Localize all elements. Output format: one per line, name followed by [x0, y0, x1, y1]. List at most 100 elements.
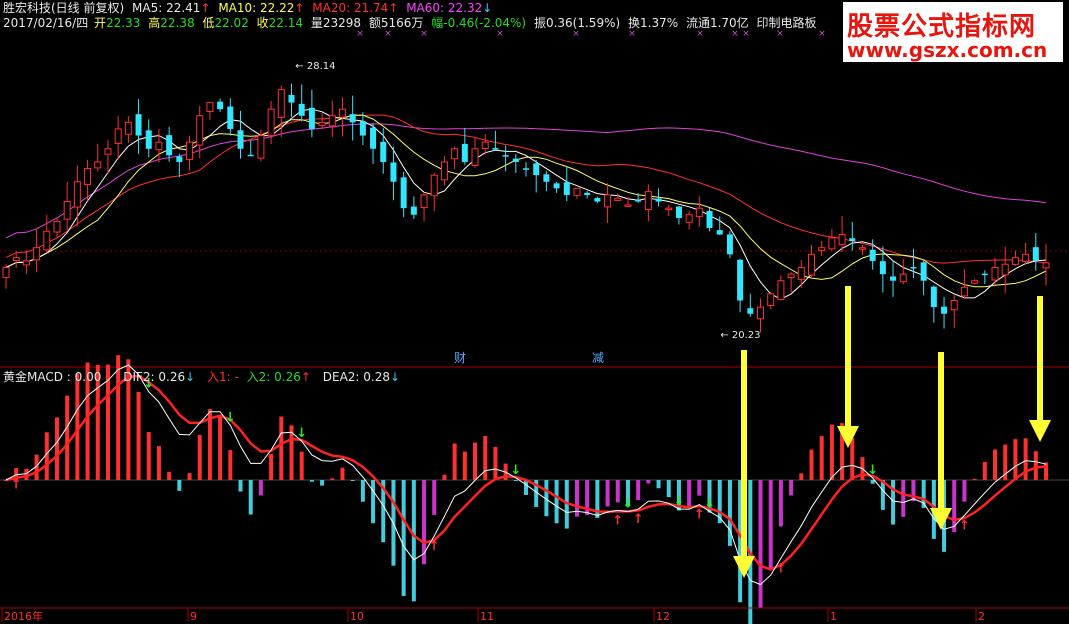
candle-body: [1011, 257, 1019, 265]
candle-body: [166, 135, 173, 156]
buy-signal-icon: ↑: [204, 415, 215, 430]
candle-body: [920, 262, 927, 281]
candle-body: [807, 253, 815, 276]
yellow-arrow-shaft: [741, 350, 747, 558]
turnover-label: 换1.37%: [628, 16, 679, 30]
macd-histogram-bar: [473, 442, 478, 480]
macd-histogram-bar: [656, 480, 661, 489]
macd-histogram-bar: [442, 474, 447, 480]
dea2-arrow-icon: ↓: [390, 370, 401, 384]
macd-histogram-bar: [299, 451, 304, 480]
macd-histogram-bar: [819, 436, 824, 480]
low-marker: ← 20.23: [720, 330, 760, 341]
macd-histogram-bar: [513, 480, 518, 481]
candle-body: [624, 204, 632, 207]
macd-histogram-bar: [727, 480, 732, 546]
amount-label: 额5166万: [368, 16, 424, 30]
ma60-label: MA60: 22.32: [406, 1, 483, 15]
candle-body: [563, 182, 570, 195]
macd-histogram-bar: [789, 480, 794, 496]
in2-arrow-icon: ↑: [300, 370, 311, 384]
event-x-mark: ×: [776, 29, 784, 39]
float-label: 流通1.70亿: [685, 16, 749, 30]
sell-signal-icon: ↓: [510, 463, 521, 478]
event-x-mark: ×: [731, 29, 739, 39]
macd-histogram-bar: [605, 480, 610, 507]
event-x-mark: ×: [742, 29, 750, 39]
candle-body: [685, 214, 693, 223]
macd-histogram-bar: [687, 480, 692, 509]
event-x-mark: ×: [628, 29, 636, 39]
candle-body: [430, 174, 438, 197]
candle-body: [186, 141, 194, 161]
event-x-mark: ×: [384, 29, 392, 39]
macd-histogram-bar: [54, 417, 59, 480]
sell-signal-icon: ↓: [225, 410, 236, 425]
macd-histogram-bar: [197, 434, 202, 480]
candle-body: [43, 230, 51, 251]
candle-body: [941, 306, 948, 314]
candle-body: [370, 127, 377, 149]
candle-body: [1001, 263, 1009, 276]
macd-histogram-bar: [432, 480, 437, 515]
yellow-arrow-shaft: [845, 286, 851, 428]
candle-body: [298, 103, 305, 116]
candle-body: [338, 108, 346, 118]
macd-histogram-bar: [880, 480, 885, 510]
candle-body: [114, 128, 122, 144]
event-x-mark: ×: [496, 29, 504, 39]
candle-body: [451, 148, 459, 160]
event-x-mark: ×: [696, 29, 704, 39]
macd-header: 黄金MACD : 0.00 DIF2: 0.26↓ 入1: - 入2: 0.26…: [3, 371, 404, 384]
event-label-jian: 减: [592, 351, 604, 365]
macd-histogram-bar: [218, 415, 223, 480]
candle-body: [838, 234, 846, 246]
candle-body: [553, 183, 560, 189]
buy-signal-icon: ↑: [429, 539, 440, 554]
macd-histogram-bar: [870, 480, 875, 484]
macd-histogram-bar: [901, 480, 906, 517]
macd-histogram-bar: [462, 451, 467, 480]
buy-signal-icon: ↑: [775, 561, 786, 576]
candle-body: [155, 141, 163, 151]
macd-histogram-bar: [350, 480, 355, 481]
close-label: 收: [256, 16, 269, 30]
candle-body: [227, 106, 234, 129]
ma20-arrow-icon: ↑: [388, 1, 399, 15]
candle-body: [217, 101, 224, 110]
candle-body: [981, 273, 988, 276]
candlestick[interactable]: [706, 207, 713, 232]
candle-body: [359, 121, 366, 136]
time-axis-label: 12: [656, 610, 670, 623]
macd-histogram-bar: [891, 480, 896, 525]
candle-body: [237, 130, 244, 149]
candle-body: [899, 273, 907, 283]
macd-histogram-bar: [146, 432, 151, 480]
header-row-ma: 胜宏科技(日线 前复权) MA5: 22.41↑ MA10: 22.22↑ MA…: [3, 2, 496, 15]
candle-body: [502, 155, 509, 157]
candle-body: [706, 210, 713, 228]
macd-histogram-bar: [615, 480, 620, 503]
buy-signal-icon: ↑: [266, 453, 277, 468]
macd-histogram-bar: [646, 480, 651, 484]
stock-chart-canvas[interactable]: ← 28.14← 20.23财 减× × × × × × × × × × × ↑↓↑ ↓↑↓↑↓↑↓↑↓…: [0, 0, 1069, 624]
candle-body: [1032, 247, 1039, 261]
candle-body: [910, 267, 917, 269]
in1-label: 入1: -: [207, 370, 239, 384]
macd-histogram-bar: [167, 471, 172, 480]
candle-body: [277, 88, 285, 118]
candle-body: [63, 201, 71, 220]
date-label: 2017/02/16/四: [3, 16, 89, 30]
buy-signal-icon: ↑: [959, 518, 970, 533]
candlestick[interactable]: [726, 230, 733, 259]
candle-body: [410, 206, 417, 215]
candle-body: [349, 114, 356, 123]
candle-body: [858, 247, 866, 250]
candle-body: [890, 276, 897, 281]
time-axis-label: 2: [978, 610, 985, 623]
event-x-mark: ×: [572, 29, 580, 39]
macd-histogram-bar: [962, 480, 967, 502]
time-axis-label: 1: [830, 610, 837, 623]
candle-body: [267, 108, 275, 137]
candle-body: [471, 148, 479, 167]
